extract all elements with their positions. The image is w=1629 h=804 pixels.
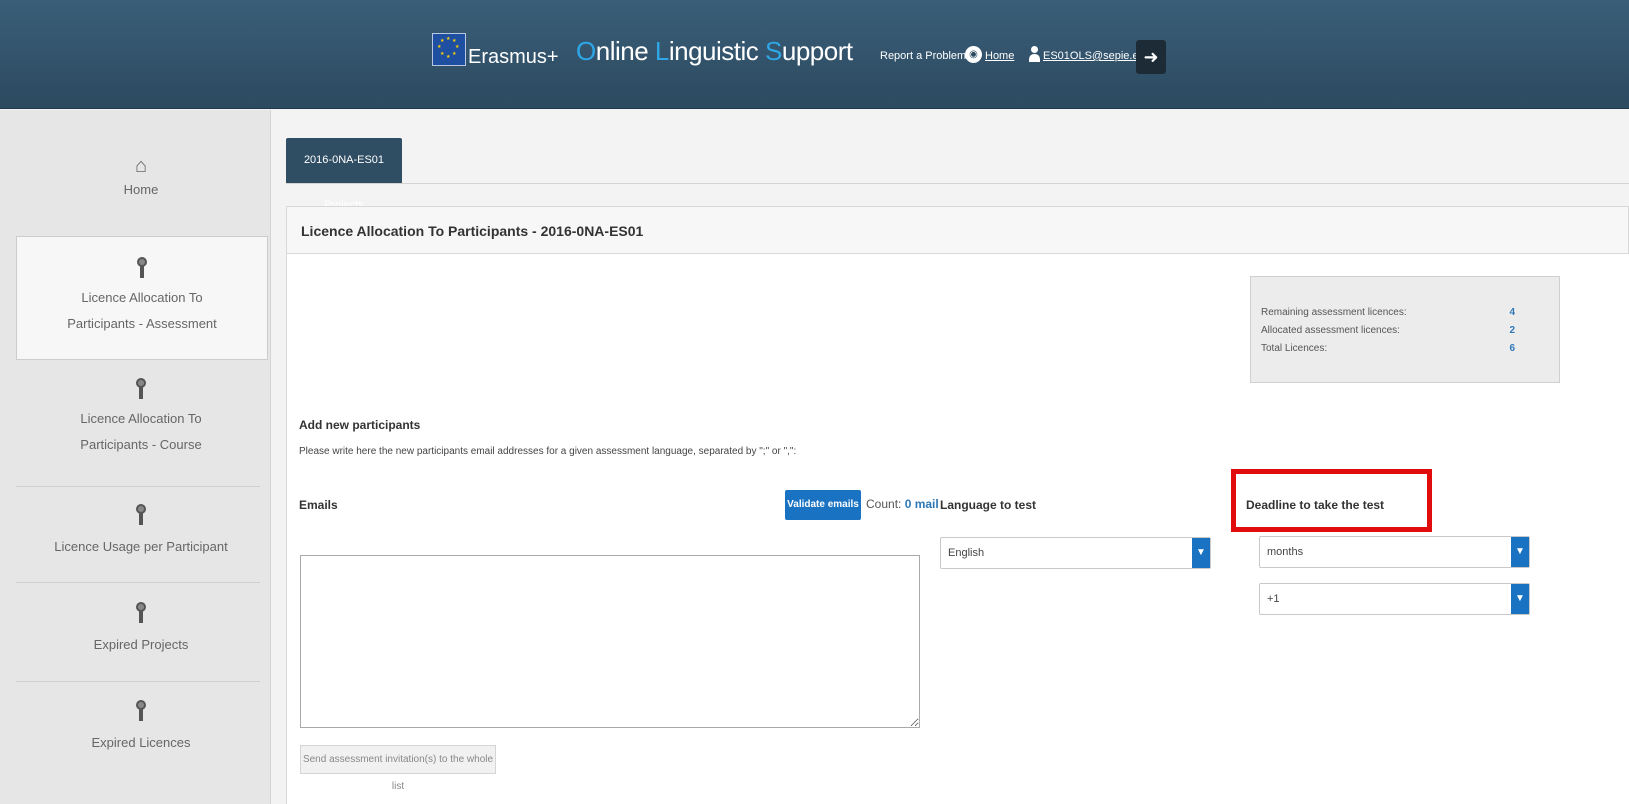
sidebar: ⌂ Home Licence Allocation To Participant…	[0, 110, 271, 804]
top-bar: ★ ★ ★ ★ ★ ★ ★ ★ Erasmus+ Online Linguistic S…	[0, 0, 1629, 109]
language-label: Language to test	[940, 498, 1037, 512]
licence-stats-box: Remaining assessment licences: 4 Allocat…	[1250, 276, 1560, 383]
logout-icon[interactable]: ➜	[1136, 40, 1166, 74]
report-problem-link[interactable]: Report a Problem	[880, 50, 966, 62]
sidebar-item-label: Licence Usage per Participant	[54, 539, 228, 554]
sidebar-item-expired-licences[interactable]: Expired Licences	[16, 700, 266, 770]
title-cap-2: L	[654, 36, 669, 66]
page-title: Licence Allocation To Participants - 201…	[301, 223, 644, 239]
email-count-value: 0 mail	[904, 497, 939, 511]
deadline-amount-value: +1	[1267, 593, 1280, 605]
sidebar-item-course[interactable]: Licence Allocation To Participants - Cou…	[16, 378, 266, 478]
deadline-label: Deadline to take the test	[1246, 498, 1385, 512]
language-select-value: English	[948, 547, 985, 559]
medal-icon	[136, 257, 148, 279]
home-icon: ⌂	[134, 155, 148, 177]
stat-allocated-label: Allocated assessment licences:	[1261, 325, 1400, 336]
stat-total: Total Licences: 6	[1261, 343, 1551, 354]
sidebar-item-label: Licence Allocation To	[81, 290, 203, 305]
medal-icon	[135, 504, 147, 526]
sidebar-item-usage[interactable]: Licence Usage per Participant	[16, 504, 266, 574]
home-globe-icon[interactable]: ◉	[965, 46, 982, 63]
eu-flag-icon: ★ ★ ★ ★ ★ ★ ★ ★	[432, 33, 466, 66]
tab-divider	[286, 183, 1629, 184]
deadline-unit-value: months	[1267, 546, 1304, 558]
tab-projects[interactable]: 2016-0NA-ES01 Projects	[286, 138, 402, 211]
stat-remaining: Remaining assessment licences: 4	[1261, 307, 1551, 318]
user-email-link[interactable]: ES01OLS@sepie.es	[1043, 50, 1144, 62]
sidebar-item-label: Participants - Assessment	[67, 316, 217, 331]
panel-header: Licence Allocation To Participants - 201…	[286, 206, 1629, 254]
sidebar-item-label: Licence Allocation To	[80, 411, 202, 426]
title-cap-1: O	[576, 36, 596, 66]
sidebar-item-assessment[interactable]: Licence Allocation To Participants - Ass…	[16, 236, 268, 360]
add-participants-description: Please write here the new participants e…	[299, 446, 797, 457]
add-participants-title: Add new participants	[299, 418, 421, 432]
medal-icon	[135, 700, 147, 722]
title-rest-1: nline	[595, 36, 655, 66]
chevron-down-icon: ▼	[1192, 538, 1210, 568]
sidebar-item-label: Expired Licences	[91, 735, 191, 750]
stat-allocated: Allocated assessment licences: 2	[1261, 325, 1551, 336]
sidebar-divider	[16, 681, 260, 682]
stat-remaining-label: Remaining assessment licences:	[1261, 307, 1407, 318]
stat-remaining-value: 4	[1509, 307, 1515, 318]
emails-label: Emails	[299, 498, 338, 512]
title-rest-3: upport	[781, 36, 853, 66]
stat-total-label: Total Licences:	[1261, 343, 1328, 354]
user-icon	[1029, 46, 1040, 62]
sidebar-item-expired-projects[interactable]: Expired Projects	[16, 602, 266, 672]
language-select[interactable]: English ▼	[940, 537, 1211, 569]
sidebar-item-label: Home	[123, 182, 159, 197]
sidebar-item-home[interactable]: ⌂ Home	[16, 155, 266, 235]
app-title: Online Linguistic Support	[576, 36, 853, 67]
sidebar-item-label: Participants - Course	[80, 437, 202, 452]
medal-icon	[135, 378, 147, 400]
deadline-amount-select[interactable]: +1 ▼	[1259, 583, 1530, 615]
validate-emails-button[interactable]: Validate emails	[785, 490, 861, 520]
medal-icon	[135, 602, 147, 624]
erasmus-label: Erasmus+	[468, 46, 559, 68]
sidebar-item-label: Expired Projects	[93, 637, 189, 652]
home-link[interactable]: Home	[985, 50, 1014, 62]
email-count-prefix: Count:	[866, 497, 902, 511]
emails-textarea[interactable]	[300, 555, 920, 728]
deadline-unit-select[interactable]: months ▼	[1259, 536, 1530, 568]
stat-allocated-value: 2	[1509, 325, 1515, 336]
stat-total-value: 6	[1509, 343, 1515, 354]
sidebar-divider	[16, 582, 260, 583]
chevron-down-icon: ▼	[1511, 584, 1529, 614]
email-count: Count: 0 mail	[866, 497, 939, 511]
title-cap-3: S	[765, 36, 782, 66]
send-invitations-button[interactable]: Send assessment invitation(s) to the who…	[300, 745, 496, 792]
sidebar-divider	[16, 486, 260, 487]
title-rest-2: inguistic	[668, 36, 766, 66]
chevron-down-icon: ▼	[1511, 537, 1529, 567]
